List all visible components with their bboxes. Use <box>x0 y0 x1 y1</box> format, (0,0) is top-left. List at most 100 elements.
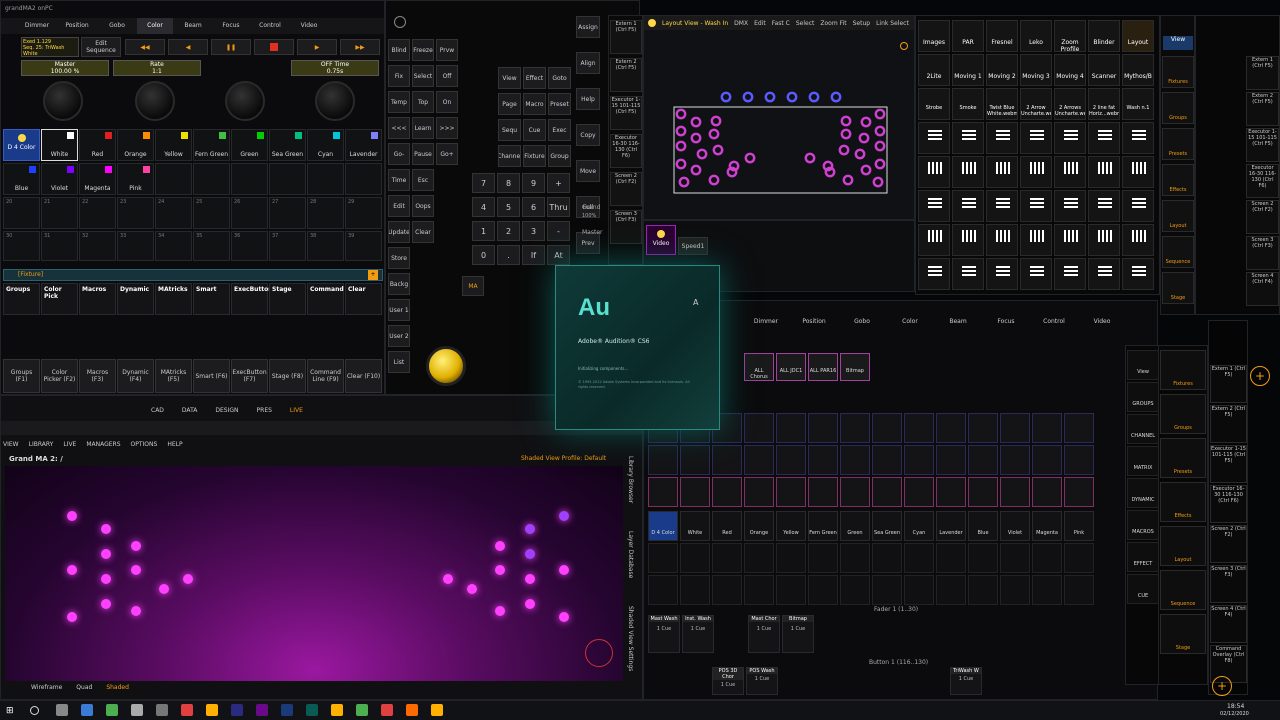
command-key[interactable]: Go- <box>388 143 410 165</box>
layout-pool-item[interactable]: PAR <box>952 20 984 52</box>
capture-menu[interactable]: PRES <box>257 407 272 417</box>
view-bar-button[interactable]: Groups (F1) <box>3 359 40 393</box>
taskbar-app-icon[interactable] <box>281 704 293 716</box>
view-bar-button[interactable]: Command Line (F9) <box>307 359 344 393</box>
capture-menu[interactable]: CAD <box>151 407 164 417</box>
taskbar-app-icon[interactable] <box>181 704 193 716</box>
command-key[interactable]: User 1 <box>388 299 410 321</box>
lower-pool-item[interactable] <box>904 543 934 573</box>
lower-sidebar-item[interactable]: MATRIX <box>1127 446 1159 476</box>
lower-pool-item[interactable] <box>1064 543 1094 573</box>
empty-preset[interactable]: 27 <box>269 197 306 229</box>
capture-menu-item[interactable]: OPTIONS <box>131 441 158 451</box>
fixture-symbol[interactable] <box>708 128 720 140</box>
layout-pool-item[interactable] <box>952 156 984 188</box>
layout-pool-item[interactable] <box>952 122 984 154</box>
tab-video[interactable]: Video <box>291 18 327 34</box>
executor[interactable]: Inst. Wash 1 Cue <box>682 615 714 653</box>
numpad-key[interactable]: 6 <box>522 197 545 217</box>
preset-tab[interactable]: Macros <box>79 283 116 315</box>
command-key[interactable]: Learn <box>412 117 434 139</box>
layout-pool-item[interactable]: Blinder <box>1088 20 1120 52</box>
layout-tab-setup[interactable]: Setup <box>853 20 870 27</box>
lower-pool-item[interactable] <box>840 543 870 573</box>
layout-tab-dmx[interactable]: DMX <box>734 20 748 27</box>
numpad-key[interactable]: . <box>497 245 520 265</box>
view-key[interactable]: Page <box>498 93 521 115</box>
lower-pool-item[interactable] <box>872 477 902 507</box>
preset-tab[interactable]: Command <box>307 283 344 315</box>
stop-button[interactable] <box>254 39 294 55</box>
side-key[interactable]: Align <box>576 52 600 74</box>
lower-color-preset[interactable]: Blue <box>968 511 998 541</box>
preset-tab[interactable]: Clear <box>345 283 382 315</box>
taskbar-app-icon[interactable] <box>356 704 368 716</box>
layout-cell[interactable]: ALL JDC1 <box>776 353 806 381</box>
layout-pool-item[interactable] <box>986 190 1018 222</box>
layout-tab-select[interactable]: Select <box>796 20 815 27</box>
lower-pool-item[interactable] <box>872 445 902 475</box>
numpad-key[interactable]: 1 <box>472 221 495 241</box>
capture-menu-item[interactable]: MANAGERS <box>86 441 120 451</box>
encoder-3[interactable] <box>225 81 265 121</box>
lower-tab[interactable]: Color <box>888 315 932 329</box>
empty-preset[interactable] <box>269 163 306 195</box>
lower-pool-item[interactable] <box>744 543 774 573</box>
lower-pool-item[interactable] <box>648 477 678 507</box>
layout-pool-item[interactable] <box>1020 258 1052 290</box>
layout-pool-item[interactable] <box>1054 122 1086 154</box>
layout-tab-link[interactable]: Link Select <box>876 20 909 27</box>
lower-pool-item[interactable] <box>712 543 742 573</box>
search-icon[interactable] <box>30 706 39 715</box>
taskbar-app-icon[interactable] <box>156 704 168 716</box>
numpad-key[interactable]: + <box>547 173 570 193</box>
lower-pool-item[interactable] <box>776 445 806 475</box>
lower-pool-item[interactable] <box>872 413 902 443</box>
layout-pool-item[interactable] <box>986 122 1018 154</box>
lower-pool-item[interactable] <box>968 543 998 573</box>
lower-pool-item[interactable] <box>1000 413 1030 443</box>
view-bar-button[interactable]: MAtricks (F5) <box>155 359 192 393</box>
view-bar-button[interactable]: Macros (F3) <box>79 359 116 393</box>
color-pool-head[interactable]: D 4 Color <box>3 129 40 161</box>
lower-color-preset[interactable]: Yellow <box>776 511 806 541</box>
numpad-key[interactable]: 9 <box>522 173 545 193</box>
lower-pool-item[interactable] <box>1000 445 1030 475</box>
empty-preset[interactable]: 25 <box>193 197 230 229</box>
lower-pool-item[interactable] <box>648 543 678 573</box>
fixture-symbol[interactable] <box>830 91 842 103</box>
command-key[interactable]: Backg <box>388 273 410 295</box>
layout-pool-item[interactable]: Twist Blue White.webm <box>986 88 1018 120</box>
sidebar-item[interactable]: Effects <box>1162 164 1194 196</box>
capture-side-tab[interactable]: Shaded View Settings <box>627 606 634 671</box>
layout-pool-item[interactable] <box>1054 190 1086 222</box>
empty-preset[interactable]: 20 <box>3 197 40 229</box>
lower-pool-item[interactable] <box>968 575 998 605</box>
view-bar-button[interactable]: Dynamic (F4) <box>117 359 154 393</box>
lower-color-preset[interactable]: Magenta <box>1032 511 1062 541</box>
fixture-symbol[interactable] <box>720 91 732 103</box>
empty-preset[interactable] <box>345 163 382 195</box>
color-preset[interactable]: White <box>41 129 78 161</box>
lower-color-preset[interactable]: Violet <box>1000 511 1030 541</box>
layout-cell[interactable]: ALL PAR16 <box>808 353 838 381</box>
layout-pool-item[interactable] <box>952 190 984 222</box>
executor[interactable]: Bitmap 1 Cue <box>782 615 814 653</box>
lower-color-preset[interactable]: Fern Green <box>808 511 838 541</box>
capture-menu-item[interactable]: VIEW <box>3 441 19 451</box>
view-key[interactable]: Channel <box>498 145 521 167</box>
lower-sidebar-item[interactable]: DYNAMIC <box>1127 478 1159 508</box>
numpad-key[interactable]: 5 <box>497 197 520 217</box>
tab-gobo[interactable]: Gobo <box>99 18 135 34</box>
view-key[interactable]: Group <box>548 145 571 167</box>
taskbar-app-icon[interactable] <box>431 704 443 716</box>
empty-preset[interactable]: 36 <box>231 231 268 261</box>
executor-sidebar-item[interactable]: Screen 3 (Ctrl F3) <box>1246 236 1279 270</box>
view-button[interactable]: View <box>1163 36 1193 50</box>
fixture-symbol[interactable] <box>690 132 702 144</box>
command-key[interactable]: Blind <box>388 39 410 61</box>
empty-preset[interactable] <box>307 163 344 195</box>
fixture-symbol[interactable] <box>874 125 886 137</box>
lower-pool-item[interactable] <box>968 477 998 507</box>
empty-preset[interactable]: 34 <box>155 231 192 261</box>
